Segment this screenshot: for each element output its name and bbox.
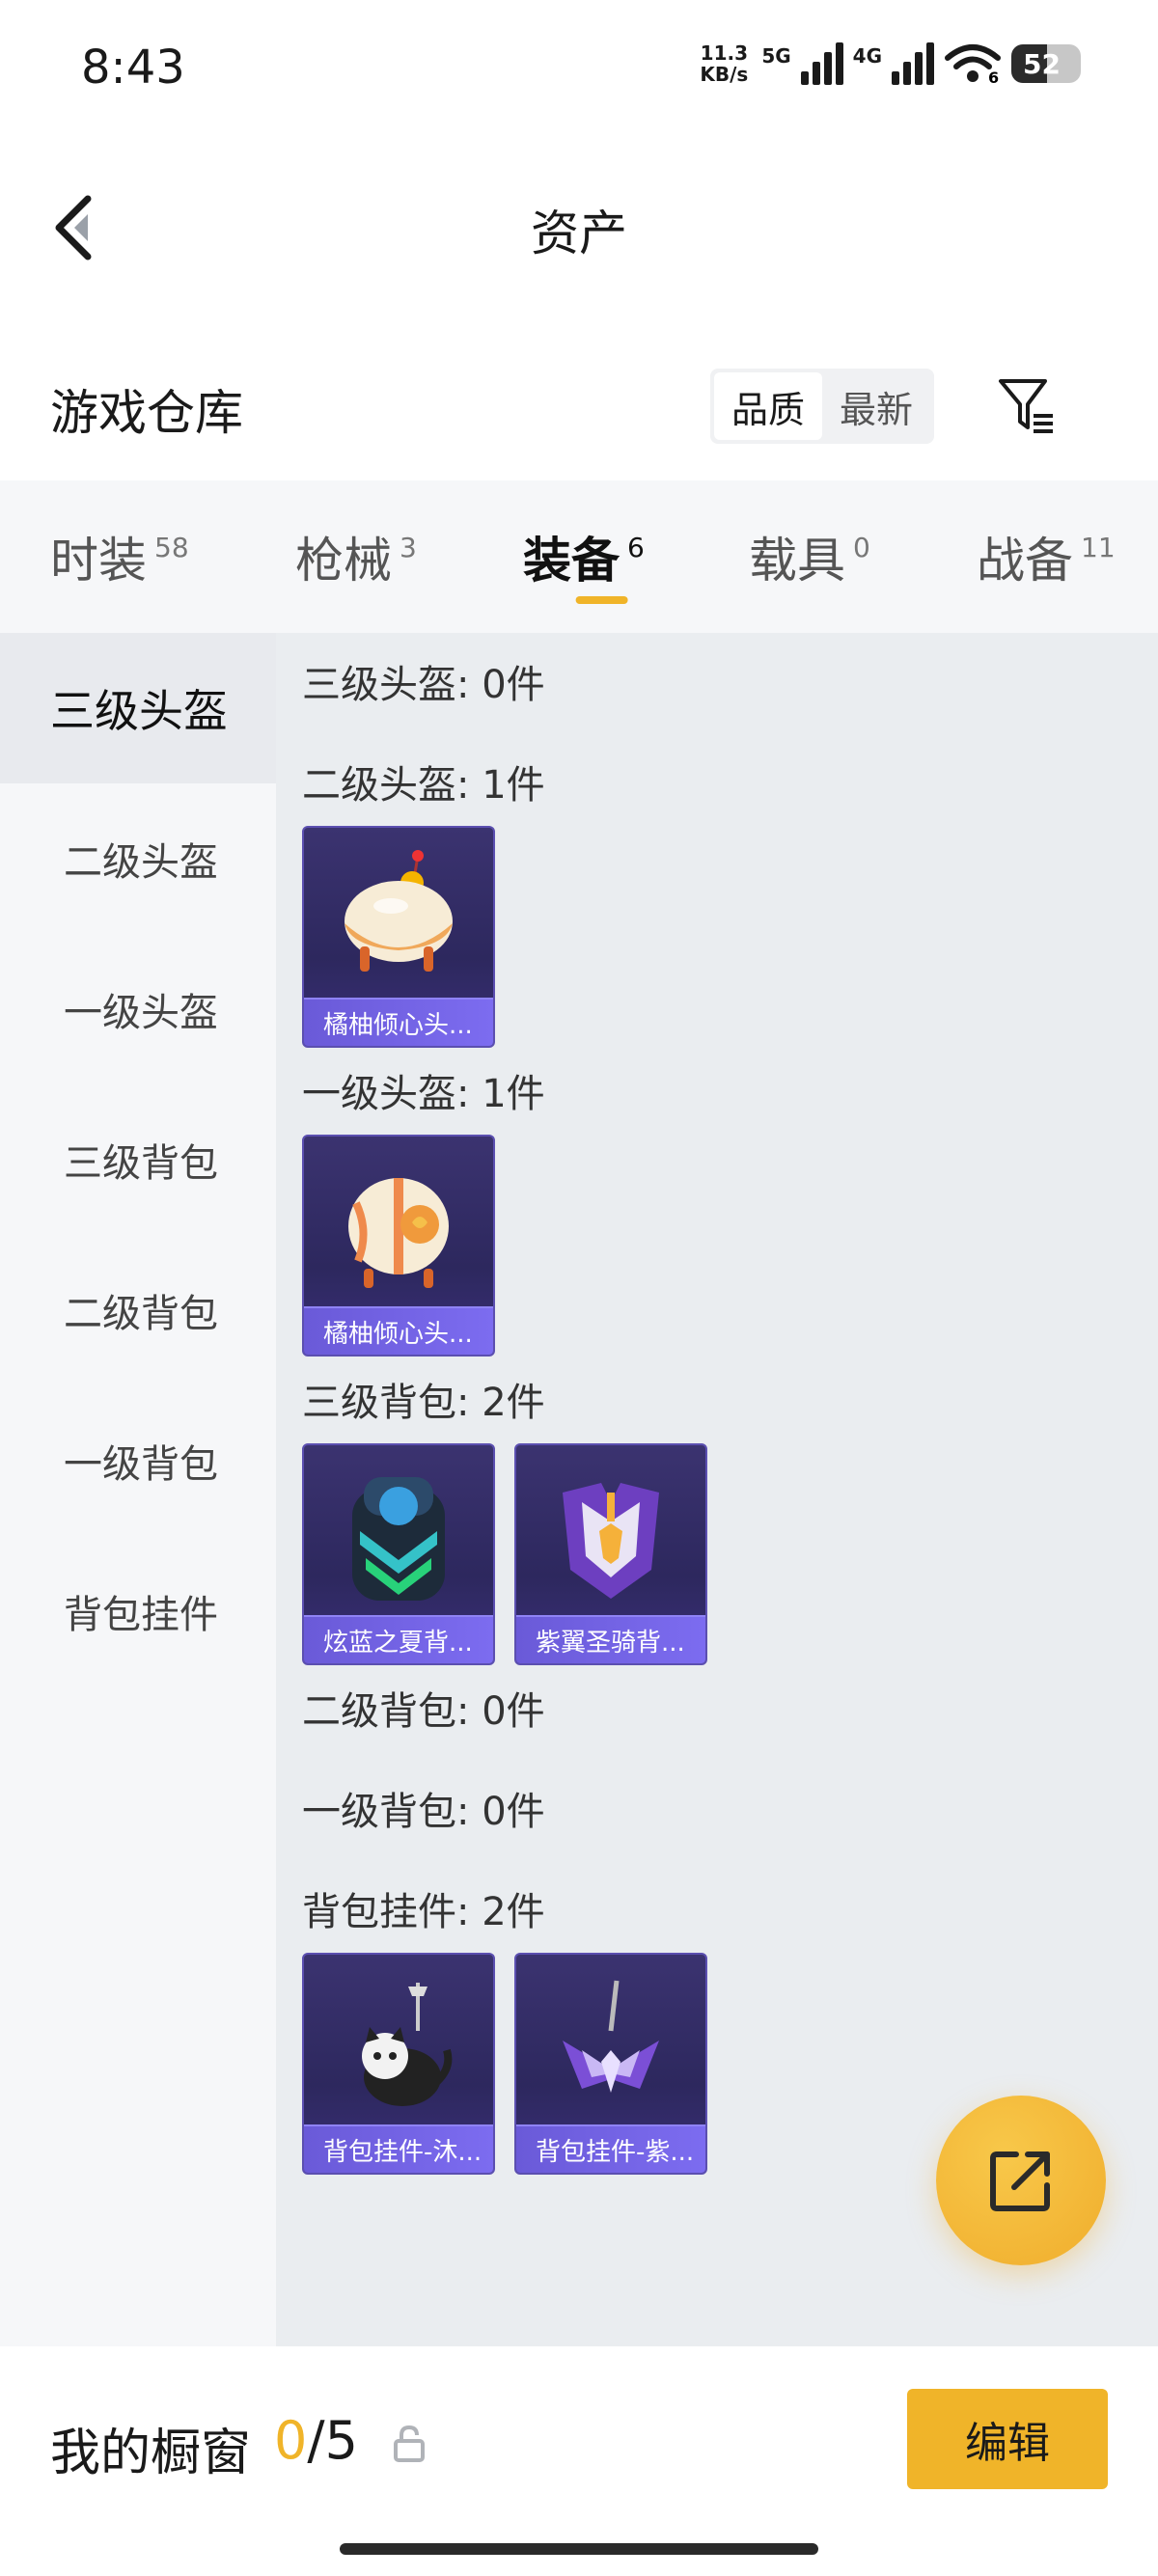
section-title: 一级背包: 0件 [302,1790,545,1834]
sort-option-quality[interactable]: 品质 [714,372,822,440]
side-item-backpack-2[interactable]: 二级背包 [0,1235,276,1385]
signal-5g-label: 5G [761,44,791,68]
showcase-separator: / [307,2410,325,2471]
tab-count: 0 [853,531,870,563]
item-name: 炫蓝之夏背... [304,1615,493,1663]
item-name: 橘柚倾心头... [304,1306,493,1355]
showcase-label: 我的橱窗 [50,2425,252,2482]
helmet-icon [304,837,493,1000]
share-button[interactable] [936,2096,1106,2265]
home-indicator[interactable] [340,2543,818,2555]
status-time: 8:43 [81,41,185,95]
tab-count: 6 [627,531,645,563]
tab-vehicles[interactable]: 载具 0 [699,480,926,633]
sort-toggle: 品质 最新 [710,369,934,444]
tab-label: 装备 [523,533,620,589]
share-external-icon [990,2151,1050,2211]
section-title: 二级背包: 0件 [302,1689,545,1734]
active-tab-indicator [575,596,628,604]
network-speed: 11.3 KB/s [700,42,748,85]
item-row: 橘柚倾心头... [302,1135,1158,1357]
showcase-count: 0/5 [274,2410,358,2471]
tab-label: 时装 [50,533,147,589]
item-name: 背包挂件-紫... [516,2124,705,2173]
signal-4g-label: 4G [852,44,882,68]
side-item-backpack-1[interactable]: 一级背包 [0,1385,276,1536]
tab-count: 58 [154,531,189,563]
wing-charm-icon [516,1964,705,2126]
page-title: 资产 [531,206,627,261]
showcase-max: 5 [324,2410,358,2471]
tab-count: 3 [400,531,417,563]
wifi-icon: 6 [944,42,1002,85]
warehouse-title: 游戏仓库 [50,385,243,441]
item-name: 橘柚倾心头... [304,998,493,1046]
warehouse-row: 游戏仓库 品质 最新 [0,357,1158,453]
side-item-backpack-3[interactable]: 三级背包 [0,1084,276,1235]
section-title: 三级背包: 2件 [302,1381,545,1425]
section-title: 二级头盔: 1件 [302,763,545,808]
section-title: 三级头盔: 0件 [302,663,545,707]
wifi-label: 6 [988,69,999,85]
tab-label: 枪械 [295,533,392,589]
backpack-icon [516,1455,705,1617]
tab-equipment[interactable]: 装备 6 [471,480,699,633]
tab-label: 战备 [977,533,1073,589]
network-speed-unit: KB/s [700,63,749,86]
item-row: 橘柚倾心头... [302,826,1158,1048]
showcase-bar: 我的橱窗 0/5 编辑 [0,2346,1158,2576]
network-speed-value: 11.3 [700,41,749,65]
tab-count: 11 [1081,531,1116,563]
equipment-list: 三级头盔: 0件 二级头盔: 1件 橘柚倾心头... 一级头盔: 1件 橘柚倾心… [276,633,1158,2346]
lock-icon [390,2424,428,2462]
signal-4g-icon [892,42,934,85]
tab-guns[interactable]: 枪械 3 [245,480,471,633]
side-item-helmet-3[interactable]: 三级头盔 [0,633,276,783]
side-menu: 三级头盔 二级头盔 一级头盔 三级背包 二级背包 一级背包 背包挂件 [0,633,276,2346]
item-card[interactable]: 背包挂件-沐... [302,1953,495,2175]
side-item-helmet-2[interactable]: 二级头盔 [0,783,276,934]
tab-label: 载具 [749,533,845,589]
cat-charm-icon [304,1964,493,2126]
sort-option-latest[interactable]: 最新 [822,372,930,440]
item-card[interactable]: 炫蓝之夏背... [302,1443,495,1665]
tab-fashion[interactable]: 时装 58 [0,480,245,633]
section-title: 背包挂件: 2件 [302,1890,545,1934]
status-indicators: 11.3 KB/s 5G 4G 6 52 [700,42,1081,85]
status-bar: 8:43 11.3 KB/s 5G 4G 6 52 [0,0,1158,135]
edit-button[interactable]: 编辑 [907,2389,1108,2489]
side-item-helmet-1[interactable]: 一级头盔 [0,934,276,1084]
helmet-icon [304,1146,493,1308]
item-row: 炫蓝之夏背... 紫翼圣骑背... [302,1443,1158,1665]
item-card[interactable]: 橘柚倾心头... [302,1135,495,1357]
category-tabs: 时装 58 枪械 3 装备 6 载具 0 战备 11 [0,480,1158,633]
section-title: 一级头盔: 1件 [302,1072,545,1116]
item-card[interactable]: 紫翼圣骑背... [514,1443,707,1665]
filter-button[interactable] [992,370,1060,442]
filter-icon [999,379,1053,433]
showcase-current: 0 [274,2410,308,2471]
side-item-backpack-charm[interactable]: 背包挂件 [0,1536,276,1686]
tab-supplies[interactable]: 战备 11 [926,480,1158,633]
item-card[interactable]: 橘柚倾心头... [302,826,495,1048]
battery-level: 52 [1023,47,1061,80]
battery-icon: 52 [1011,44,1081,83]
backpack-icon [304,1455,493,1617]
item-name: 紫翼圣骑背... [516,1615,705,1663]
app-header: 资产 [0,135,1158,309]
item-card[interactable]: 背包挂件-紫... [514,1953,707,2175]
item-name: 背包挂件-沐... [304,2124,493,2173]
signal-5g-icon [800,42,843,85]
